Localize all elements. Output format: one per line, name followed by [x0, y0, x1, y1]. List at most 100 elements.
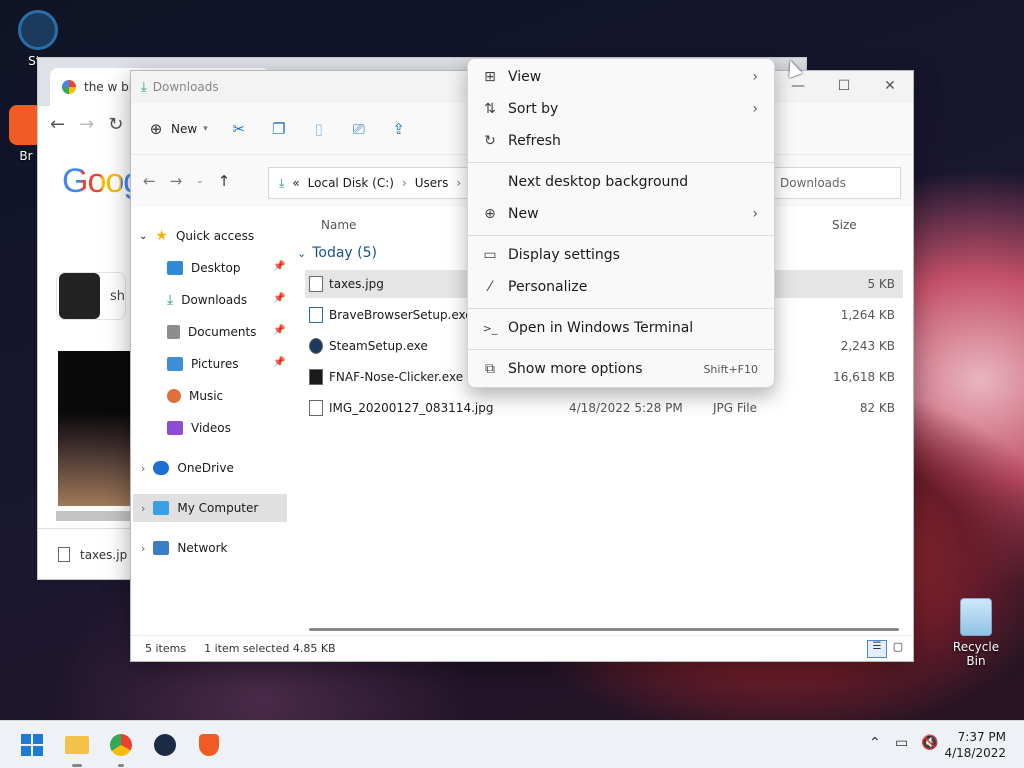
reload-icon[interactable]: ↻	[108, 114, 123, 135]
nav-network[interactable]: › Network	[141, 534, 228, 562]
breadcrumb-overflow[interactable]: «	[292, 176, 299, 190]
maximize-button[interactable]: ☐	[821, 71, 867, 101]
column-header-size[interactable]: Size	[832, 218, 857, 232]
network-icon[interactable]: ▭	[895, 735, 908, 751]
share-icon[interactable]: ⇪	[390, 120, 408, 138]
nav-music[interactable]: Music	[167, 382, 223, 410]
navigation-pane: ⌄ ★ Quick access Desktop 📌 ⤓ Downloads 📌…	[131, 226, 289, 636]
status-selected-count: 1 item selected	[204, 642, 290, 655]
close-button[interactable]: ✕	[867, 71, 913, 101]
menu-item-new[interactable]: ⊕ New ›	[472, 199, 772, 229]
status-selected-size: 4.85 KB	[292, 642, 336, 655]
pin-icon[interactable]: 📌	[273, 357, 285, 368]
forward-arrow-icon[interactable]: →	[170, 172, 183, 190]
back-arrow-icon[interactable]: ←	[50, 114, 65, 135]
app-file-icon	[309, 369, 323, 385]
image-preview	[58, 351, 130, 506]
nav-pictures[interactable]: Pictures	[167, 350, 239, 378]
pin-icon[interactable]: 📌	[273, 293, 285, 304]
up-arrow-icon[interactable]: ↑	[218, 172, 231, 190]
start-button[interactable]	[18, 731, 46, 759]
running-indicator	[72, 764, 82, 767]
file-name: FNAF-Nose-Clicker.exe	[329, 370, 464, 384]
desktop-icon-label: Br	[19, 149, 33, 163]
paste-icon[interactable]: ▯	[310, 120, 328, 138]
taskbar-brave[interactable]	[195, 731, 223, 759]
menu-label: Sort by	[508, 101, 559, 117]
pin-icon[interactable]: 📌	[273, 325, 285, 336]
menu-item-windows-terminal[interactable]: >_ Open in Windows Terminal	[472, 313, 772, 343]
menu-item-personalize[interactable]: ⁄ Personalize	[472, 272, 772, 302]
nav-onedrive[interactable]: › OneDrive	[141, 454, 234, 482]
back-arrow-icon[interactable]: ←	[143, 172, 156, 190]
details-view-icon[interactable]: ☰	[867, 640, 887, 658]
recent-chevron-icon[interactable]: ⌄	[196, 176, 204, 186]
nav-label: Pictures	[191, 357, 239, 371]
group-header-today[interactable]: ⌄ Today (5)	[297, 245, 377, 261]
nav-downloads[interactable]: ⤓ Downloads	[167, 286, 247, 314]
tiles-view-icon[interactable]: ▢	[889, 640, 907, 658]
sort-icon: ⇅	[484, 101, 496, 117]
nav-videos[interactable]: Videos	[167, 414, 231, 442]
pin-icon[interactable]: 📌	[273, 261, 285, 272]
search-input[interactable]: Downloads	[769, 167, 901, 199]
music-icon	[167, 389, 181, 403]
brave-icon	[199, 734, 219, 756]
file-name: IMG_20200127_083114.jpg	[329, 401, 494, 415]
desktop-icon-recycle-bin[interactable]: Recycle Bin	[942, 598, 1010, 668]
chevron-right-icon: ›	[752, 69, 758, 85]
menu-item-view[interactable]: ⊞ View ›	[472, 62, 772, 92]
nav-my-computer[interactable]: › My Computer	[133, 494, 287, 522]
menu-label: Personalize	[508, 279, 588, 295]
file-size: 82 KB	[859, 401, 895, 415]
taskbar-file-explorer[interactable]	[63, 731, 91, 767]
breadcrumb-local-disk[interactable]: Local Disk (C:)	[308, 176, 394, 190]
nav-desktop[interactable]: Desktop	[167, 254, 241, 282]
menu-item-show-more-options[interactable]: ⧉ Show more options Shift+F10	[472, 354, 772, 384]
nav-label: Desktop	[191, 261, 241, 275]
search-result-card[interactable]: sh	[56, 272, 126, 320]
menu-label: View	[508, 69, 542, 85]
desktop-icon-label: Recycle Bin	[952, 640, 1000, 668]
nav-label: Network	[177, 541, 228, 555]
minimize-button[interactable]: —	[775, 71, 821, 101]
horizontal-scrollbar[interactable]	[309, 628, 899, 631]
column-header-name[interactable]: Name	[321, 218, 356, 232]
download-arrow-icon: ⤓	[167, 292, 174, 308]
file-row-img[interactable]: IMG_20200127_083114.jpg 4/18/2022 5:28 P…	[305, 394, 903, 422]
chevron-right-icon: ›	[752, 206, 758, 222]
brush-icon: ⁄	[488, 279, 492, 295]
menu-separator	[468, 349, 774, 350]
result-text: sh	[109, 288, 125, 304]
browser-hscroll[interactable]	[56, 511, 130, 521]
copy-icon[interactable]: ❐	[270, 120, 288, 138]
menu-label: New	[508, 206, 539, 222]
menu-item-refresh[interactable]: ↻ Refresh	[472, 126, 772, 156]
file-size: 16,618 KB	[833, 370, 895, 384]
menu-label: Show more options	[508, 361, 643, 377]
nav-documents[interactable]: Documents	[167, 318, 256, 346]
menu-separator	[468, 162, 774, 163]
taskbar-steam[interactable]	[151, 731, 179, 759]
address-bar[interactable]: ⤓ « Local Disk (C:) › Users › V	[268, 167, 480, 199]
system-clock[interactable]: 7:37 PM 4/18/2022	[944, 729, 1006, 761]
menu-item-next-background[interactable]: Next desktop background	[472, 167, 772, 197]
status-selected: 1 item selected 4.85 KB	[204, 642, 336, 655]
menu-item-display-settings[interactable]: ▭ Display settings	[472, 240, 772, 270]
chevron-up-icon[interactable]: ⌃	[869, 735, 881, 751]
cut-icon[interactable]: ✂	[230, 120, 248, 138]
volume-muted-icon[interactable]: 🔇	[921, 735, 938, 751]
forward-arrow-icon[interactable]: →	[79, 114, 94, 135]
breadcrumb-separator: ›	[401, 176, 407, 190]
file-name: taxes.jpg	[329, 277, 384, 291]
breadcrumb-users[interactable]: Users	[415, 176, 449, 190]
nav-quick-access[interactable]: ⌄ ★ Quick access	[139, 222, 254, 250]
new-button[interactable]: ⊕ New ▾	[147, 120, 208, 138]
folder-icon	[65, 736, 89, 754]
new-label: New	[171, 121, 198, 136]
taskbar-chrome[interactable]	[107, 731, 135, 767]
menu-item-sort-by[interactable]: ⇅ Sort by ›	[472, 94, 772, 124]
nav-label: OneDrive	[177, 461, 234, 475]
rename-icon[interactable]: ⎚	[350, 120, 368, 138]
download-filename[interactable]: taxes.jp	[80, 548, 127, 562]
